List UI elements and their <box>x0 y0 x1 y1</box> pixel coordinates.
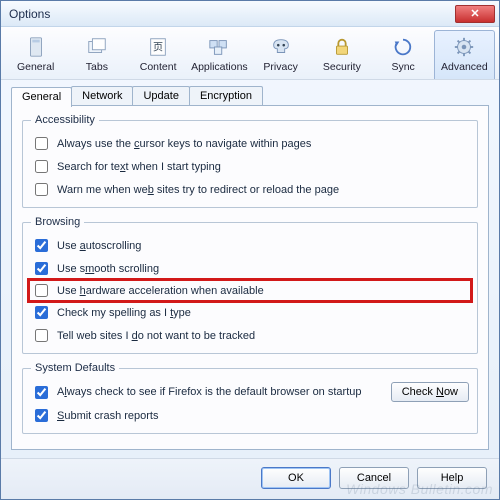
toolbar-item-sync[interactable]: Sync <box>373 30 434 79</box>
titlebar: Options ✕ <box>1 1 499 27</box>
toolbar-label: Applications <box>191 61 248 73</box>
opt-check-spelling: Check my spelling as I type <box>31 301 469 324</box>
checkbox-label[interactable]: Always check to see if Firefox is the de… <box>57 386 362 398</box>
toolbar-item-advanced[interactable]: Advanced <box>434 30 495 79</box>
toolbar-item-applications[interactable]: Applications <box>189 30 250 79</box>
checkbox[interactable] <box>35 386 48 399</box>
lock-icon <box>328 35 356 59</box>
toolbar-label: Advanced <box>441 61 488 73</box>
checkbox[interactable] <box>35 329 48 342</box>
toolbar-item-privacy[interactable]: Privacy <box>250 30 311 79</box>
checkbox-label[interactable]: Use autoscrolling <box>57 240 141 252</box>
group-legend: Browsing <box>31 216 84 228</box>
toolbar-label: Privacy <box>263 61 297 73</box>
toolbar-label: Security <box>323 61 361 73</box>
category-toolbar: General Tabs 页 Content Applications Priv… <box>1 27 499 80</box>
checkbox[interactable] <box>35 262 48 275</box>
checkbox-label[interactable]: Warn me when web sites try to redirect o… <box>57 184 339 196</box>
opt-hardware-acceleration: Use hardware acceleration when available <box>29 280 471 301</box>
tab-general[interactable]: General <box>11 87 72 107</box>
checkbox[interactable] <box>35 306 48 319</box>
tab-update[interactable]: Update <box>132 86 189 106</box>
tabs-icon <box>83 35 111 59</box>
checkbox-label[interactable]: Tell web sites I do not want to be track… <box>57 330 255 342</box>
check-now-button[interactable]: Check Now <box>391 382 469 402</box>
panel-general: Accessibility Always use the cursor keys… <box>11 105 489 450</box>
checkbox-label[interactable]: Use hardware acceleration when available <box>57 285 264 297</box>
checkbox-label[interactable]: Check my spelling as I type <box>57 307 191 319</box>
checkbox[interactable] <box>35 183 48 196</box>
watermark: Windows Bulletin.com <box>346 481 493 497</box>
toolbar-item-tabs[interactable]: Tabs <box>66 30 127 79</box>
toolbar-label: Content <box>140 61 177 73</box>
applications-icon <box>205 35 233 59</box>
close-button[interactable]: ✕ <box>455 5 495 23</box>
options-window: Options ✕ General Tabs 页 Content <box>0 0 500 500</box>
checkbox[interactable] <box>35 409 48 422</box>
group-legend: Accessibility <box>31 114 99 126</box>
content-icon: 页 <box>144 35 172 59</box>
privacy-icon <box>267 35 295 59</box>
checkbox-label[interactable]: Use smooth scrolling <box>57 263 159 275</box>
checkbox[interactable] <box>35 239 48 252</box>
tab-encryption[interactable]: Encryption <box>189 86 263 106</box>
checkbox[interactable] <box>35 137 48 150</box>
checkbox-label[interactable]: Search for text when I start typing <box>57 161 221 173</box>
window-buttons: ✕ <box>455 5 495 23</box>
toolbar-item-general[interactable]: General <box>5 30 66 79</box>
subtabs: General Network Update Encryption <box>11 86 489 106</box>
group-legend: System Defaults <box>31 362 119 374</box>
opt-default-browser: Always check to see if Firefox is the de… <box>31 380 469 404</box>
sync-icon <box>389 35 417 59</box>
opt-crash-reports: Submit crash reports <box>31 404 469 427</box>
checkbox[interactable] <box>35 284 48 297</box>
toolbar-item-content[interactable]: 页 Content <box>128 30 189 79</box>
general-icon <box>22 35 50 59</box>
checkbox-label[interactable]: Always use the cursor keys to navigate w… <box>57 138 311 150</box>
toolbar-label: General <box>17 61 54 73</box>
opt-warn-redirect: Warn me when web sites try to redirect o… <box>31 178 469 201</box>
tab-label: General <box>22 91 61 103</box>
checkbox-label[interactable]: Submit crash reports <box>57 410 159 422</box>
gear-icon <box>450 35 478 59</box>
tab-label: Update <box>143 90 178 102</box>
group-accessibility: Accessibility Always use the cursor keys… <box>22 114 478 208</box>
tab-label: Network <box>82 90 122 102</box>
window-title: Options <box>9 7 50 21</box>
svg-text:页: 页 <box>153 42 163 54</box>
opt-do-not-track: Tell web sites I do not want to be track… <box>31 324 469 347</box>
opt-smooth-scrolling: Use smooth scrolling <box>31 257 469 280</box>
body: General Network Update Encryption Access… <box>1 80 499 458</box>
toolbar-label: Tabs <box>86 61 108 73</box>
opt-search-text: Search for text when I start typing <box>31 155 469 178</box>
group-system-defaults: System Defaults Always check to see if F… <box>22 362 478 434</box>
toolbar-item-security[interactable]: Security <box>311 30 372 79</box>
ok-button[interactable]: OK <box>261 467 331 489</box>
opt-autoscrolling: Use autoscrolling <box>31 234 469 257</box>
tab-network[interactable]: Network <box>71 86 133 106</box>
group-browsing: Browsing Use autoscrolling Use smooth sc… <box>22 216 478 354</box>
checkbox[interactable] <box>35 160 48 173</box>
opt-cursor-keys: Always use the cursor keys to navigate w… <box>31 132 469 155</box>
tab-label: Encryption <box>200 90 252 102</box>
toolbar-label: Sync <box>391 61 414 73</box>
